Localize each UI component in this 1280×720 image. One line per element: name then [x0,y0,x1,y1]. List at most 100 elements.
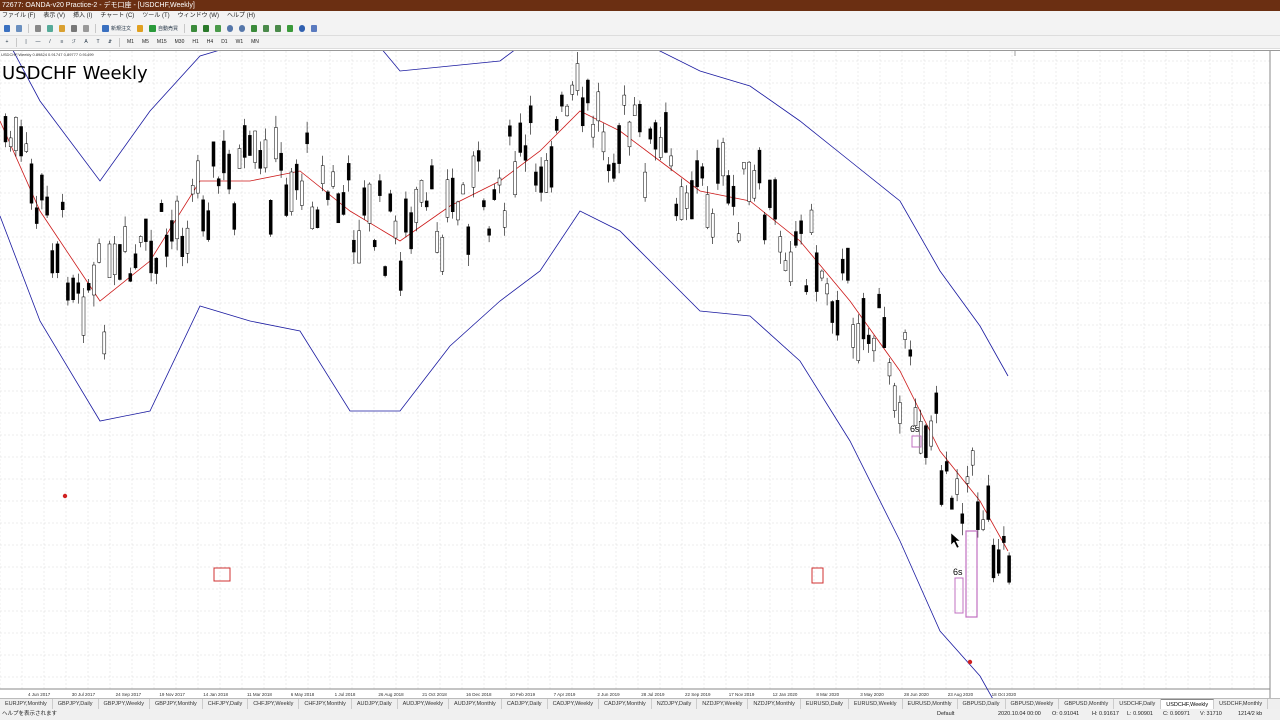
candle-body [248,135,252,156]
candle-body [92,264,96,296]
profiles-icon[interactable] [14,24,24,34]
chart-tab[interactable]: CHFJPY,Weekly [248,699,300,709]
candle-body [731,185,736,207]
price-chart[interactable]: 6s 6s 4 Jun 2017 30 Jul 2017 24 Sep 2017 19 N… [0,51,1280,699]
chart-tab[interactable]: GBPJPY,Daily [53,699,99,709]
fibonacci-icon[interactable]: ℱ [69,37,79,47]
menu-chart[interactable]: チャート (C) [100,11,134,22]
line-chart-icon[interactable] [213,24,223,34]
chart-tab[interactable]: CADJPY,Daily [502,699,548,709]
candle-body [388,193,393,212]
chart-tab[interactable]: EURUSD,Monthly [903,699,958,709]
chart-tab[interactable]: GBPUSD,Daily [958,699,1006,709]
timeframe-h1[interactable]: H1 [189,37,201,47]
timeframe-m15[interactable]: M15 [154,37,170,47]
chart-tab[interactable]: CHFJPY,Monthly [299,699,352,709]
navigator-icon[interactable] [57,24,67,34]
candle-body [487,228,491,236]
candle-body [638,104,642,133]
chart-tab[interactable]: CHFJPY,Daily [203,699,249,709]
chart-tab[interactable]: GBPJPY,Weekly [99,699,150,709]
timeframe-m5[interactable]: M5 [139,37,152,47]
zoom-in-icon[interactable] [225,24,235,34]
candle-body [268,200,273,235]
candle-body [352,239,356,253]
candle-body [747,161,751,202]
timeframe-h4[interactable]: H4 [204,37,216,47]
candle-body [570,84,575,95]
auto-trading-label: 自動売買 [158,26,179,32]
chart-tab[interactable]: NZDJPY,Monthly [748,699,801,709]
timeframe-mn[interactable]: MN [248,37,262,47]
horizontal-line-icon[interactable]: — [33,37,43,47]
chart-tab[interactable]: GBPJPY,Monthly [150,699,203,709]
chart-tab[interactable]: EURUSD,Weekly [849,699,903,709]
data-window-icon[interactable] [45,24,55,34]
x-tick-label: 2 Jun 2019 [597,692,620,697]
candle-body [445,179,450,218]
candle-body [508,125,512,137]
candle-body [476,150,481,162]
timeframe-w1[interactable]: W1 [233,37,247,47]
candle-body [981,519,985,530]
status-traffic: 1214/2 kb [1238,711,1263,717]
auto-trading-button[interactable]: 自動売買 [147,24,180,34]
chart-tab[interactable]: AUDJPY,Daily [352,699,398,709]
candle-body [669,155,673,167]
chart-shift-icon[interactable] [261,24,271,34]
candle-body [965,476,970,484]
menu-window[interactable]: ウィンドウ (W) [178,11,219,22]
new-chart-icon[interactable] [2,24,12,34]
autoscroll-icon[interactable] [273,24,283,34]
market-watch-icon[interactable] [33,24,43,34]
channel-icon[interactable]: ≡ [57,37,67,47]
timeframe-d1[interactable]: D1 [218,37,230,47]
candlestick-icon[interactable] [201,24,211,34]
chart-tab[interactable]: AUDJPY,Monthly [449,699,502,709]
chart-window[interactable]: 6s 6s 4 Jun 2017 30 Jul 2017 24 Sep 2017 19 N… [0,50,1280,699]
chart-tab[interactable]: GBPUSD,Weekly [1006,699,1060,709]
crosshair-icon[interactable]: + [2,37,12,47]
text-icon[interactable]: A [81,37,91,47]
candle-body [456,201,460,221]
menu-file[interactable]: ファイル (F) [2,11,35,22]
timeframe-m1[interactable]: M1 [124,37,137,47]
tile-windows-icon[interactable] [249,24,259,34]
chart-tab[interactable]: NZDJPY,Daily [652,699,698,709]
metaeditor-icon[interactable] [135,24,145,34]
status-bar: ヘルプを表示されます Default 2020.10.04 00:00 O: 0… [0,709,1280,720]
status-help-text: ヘルプを表示されます [2,711,58,717]
zoom-out-icon[interactable] [237,24,247,34]
text-label-icon[interactable]: T [93,37,103,47]
trendline-icon[interactable]: / [45,37,55,47]
chart-tab[interactable]: CADJPY,Weekly [548,699,600,709]
chart-tab[interactable]: EURUSD,Daily [801,699,849,709]
candle-body [409,212,413,250]
menu-tools[interactable]: ツール (T) [142,11,169,22]
chart-tab[interactable]: USDCHF,Monthly [1214,699,1269,709]
terminal-icon[interactable] [69,24,79,34]
strategy-tester-icon[interactable] [81,24,91,34]
chart-tab[interactable]: AUDJPY,Weekly [398,699,450,709]
arrows-icon[interactable]: ⇵ [105,37,115,47]
chart-tab[interactable]: CADJPY,Monthly [599,699,652,709]
chart-tab[interactable]: EURJPY,Monthly [0,699,53,709]
toolbar-separator [28,24,29,33]
chart-tab[interactable]: USDCHF,Daily [1114,699,1162,709]
new-order-button[interactable]: 新規注文 [100,24,133,34]
chart-tab[interactable]: NZDJPY,Weekly [697,699,749,709]
templates-icon[interactable] [309,24,319,34]
menu-help[interactable]: ヘルプ (H) [227,11,255,22]
menu-insert[interactable]: 挿入 (I) [73,11,92,22]
menu-view[interactable]: 表示 (V) [43,11,65,22]
candle-body [502,210,507,228]
bar-chart-icon[interactable] [189,24,199,34]
timeframe-m30[interactable]: M30 [172,37,188,47]
indicators-icon[interactable] [285,24,295,34]
candle-body [274,127,278,160]
chart-tab[interactable]: GBPUSD,Monthly [1059,699,1115,709]
periods-icon[interactable] [297,24,307,34]
candle-body [112,243,117,275]
chart-tab[interactable]: USDCHF,Weekly [1161,699,1215,709]
vertical-line-icon[interactable]: | [21,37,31,47]
